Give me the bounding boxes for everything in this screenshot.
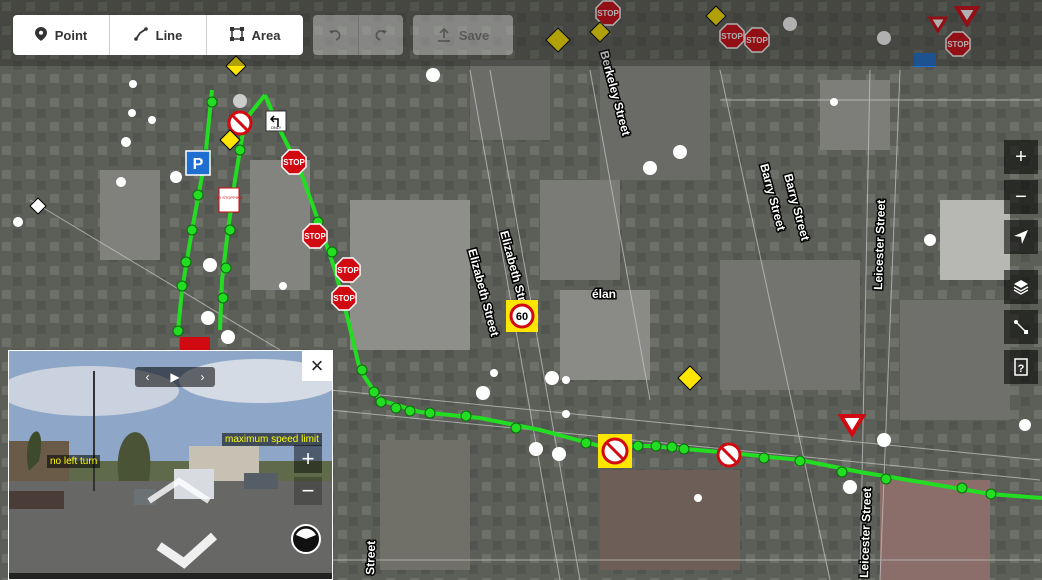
add-area-button[interactable]: Area: [207, 15, 303, 55]
save-button[interactable]: Save: [413, 15, 513, 55]
help-button[interactable]: ?: [1004, 350, 1038, 384]
zoom-out-glyph: −: [1015, 185, 1027, 208]
redo-icon: [375, 30, 387, 41]
zoom-out-button[interactable]: −: [1004, 180, 1038, 214]
compass-button[interactable]: [290, 523, 322, 555]
stop-sign-label: STOP: [333, 294, 355, 303]
photo-zoom-out-button[interactable]: −: [294, 477, 322, 505]
upload-icon: [437, 28, 450, 42]
street-photo-viewer[interactable]: ‹ ▶ › no left turn maximum speed limit +…: [8, 350, 333, 580]
label-elan: élan: [592, 287, 616, 301]
no-turn-sign-2[interactable]: [227, 110, 253, 136]
location-arrow-icon: [1014, 230, 1028, 244]
add-point-label: Point: [54, 27, 88, 43]
partial-stop-sign[interactable]: [180, 337, 210, 351]
stop-sign-label: STOP: [304, 232, 326, 241]
parking-sign[interactable]: P: [185, 150, 211, 176]
area-icon: [229, 26, 244, 44]
add-line-button[interactable]: Line: [110, 15, 207, 55]
prev-photo-button[interactable]: ‹: [145, 370, 149, 384]
sequence-nav: ‹ ▶ ›: [135, 367, 215, 387]
no-stopping-sign[interactable]: NO STOPPING: [215, 187, 243, 213]
parking-sign-label: P: [193, 156, 204, 173]
label-street-lower: Street: [363, 541, 378, 575]
play-button[interactable]: ▶: [170, 370, 179, 384]
zoom-in-glyph: +: [1015, 145, 1027, 168]
photo-zoom-out-glyph: −: [301, 478, 315, 503]
close-photo-button[interactable]: ×: [302, 351, 332, 381]
help-icon: ?: [1014, 358, 1028, 376]
svg-text:?: ?: [1018, 363, 1025, 375]
node-edit-icon: [1014, 320, 1028, 334]
geolocate-button[interactable]: [1004, 220, 1038, 254]
no-turn-sign[interactable]: [716, 442, 742, 468]
add-feature-mode-group: Point Line Area: [13, 15, 303, 55]
zoom-in-button[interactable]: +: [1004, 140, 1038, 174]
photo-zoom-in-glyph: +: [301, 446, 315, 471]
issues-button[interactable]: [1004, 310, 1038, 344]
map-data-layers-button[interactable]: [1004, 270, 1038, 304]
stop-sign-label: STOP: [337, 266, 359, 275]
turn-only-sign[interactable]: ONLY: [265, 110, 287, 132]
redo-button[interactable]: [359, 15, 404, 55]
speed-limit-sign[interactable]: 60: [506, 300, 538, 332]
speed-limit-value: 60: [516, 311, 528, 323]
no-stopping-label: NO STOPPING: [215, 195, 243, 200]
add-point-button[interactable]: Point: [13, 15, 110, 55]
save-label: Save: [458, 27, 490, 43]
stop-sign-label: STOP: [283, 158, 305, 167]
undo-button[interactable]: [313, 15, 359, 55]
compass-icon: [291, 524, 321, 554]
close-icon: ×: [310, 353, 324, 378]
point-icon: [34, 26, 47, 44]
selected-no-turn-sign[interactable]: [598, 434, 632, 468]
photo-zoom-in-button[interactable]: +: [294, 445, 322, 473]
layers-icon: [1013, 280, 1029, 295]
undo-redo-group: [313, 15, 403, 55]
line-icon: [133, 26, 148, 44]
next-photo-button[interactable]: ›: [201, 370, 205, 384]
turn-only-label: ONLY: [271, 125, 282, 130]
undo-icon: [329, 30, 341, 41]
add-line-label: Line: [155, 27, 183, 43]
detection-label-no-left-turn[interactable]: no left turn: [47, 455, 101, 468]
add-area-label: Area: [251, 27, 281, 43]
